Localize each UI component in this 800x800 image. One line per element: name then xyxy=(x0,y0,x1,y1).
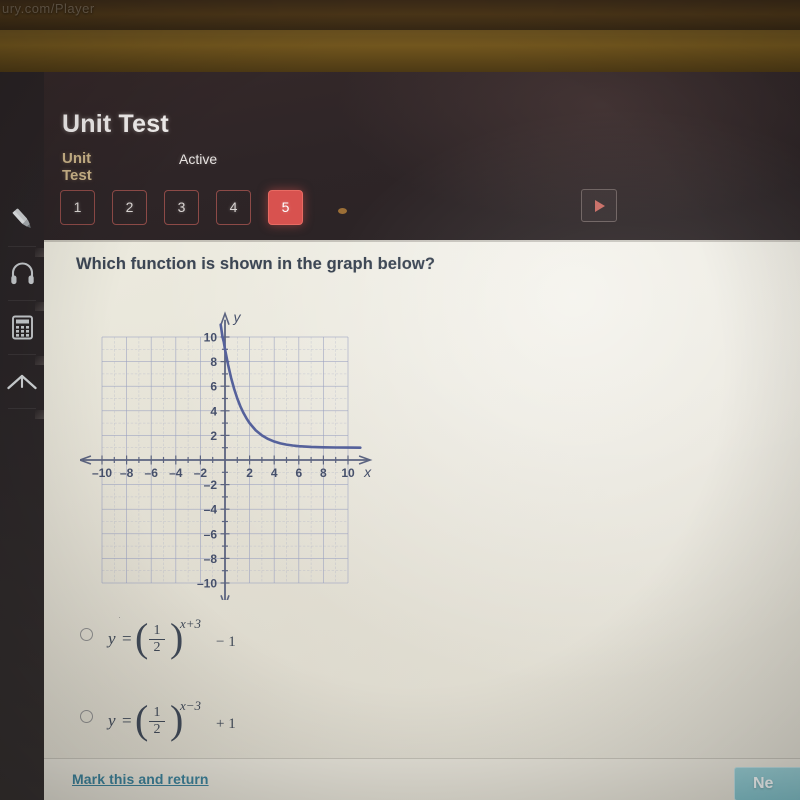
question-footer: Mark this and return Ne xyxy=(44,758,800,800)
equation-a-denominator: 2 xyxy=(153,640,161,656)
play-triangle-icon xyxy=(595,200,605,212)
pager-item-5[interactable]: 5 xyxy=(268,190,303,225)
mark-and-return-link[interactable]: Mark this and return xyxy=(72,771,209,787)
address-bar-text[interactable]: ury.com/Player xyxy=(2,1,95,16)
y-tick-label-2: 6 xyxy=(210,380,217,394)
status-badge: Active xyxy=(179,151,218,167)
equation-b-constant: + 1 xyxy=(216,716,236,732)
graph-tick-labels: –10 –8 –6 –4 –2 2 4 6 8 10108642–2–4–6–8–10xy xyxy=(92,309,372,590)
y-tick-label-9: –10 xyxy=(197,577,217,591)
highlighter-icon xyxy=(12,208,31,228)
headphones-icon xyxy=(11,262,34,285)
y-tick-label-1: 8 xyxy=(210,355,217,369)
question-panel: Which function is shown in the graph bel… xyxy=(44,240,800,800)
x-tick-label-9: 10 xyxy=(341,466,355,480)
sidebar-item-collapse[interactable] xyxy=(0,354,44,408)
dust-speck-a: · xyxy=(118,612,121,622)
sidebar-item-read-aloud[interactable] xyxy=(0,246,44,300)
equation-b-numerator: 1 xyxy=(153,705,161,720)
equation-a-constant: − 1 xyxy=(216,634,236,650)
pager-item-4[interactable]: 4 xyxy=(216,190,251,225)
x-tick-label-8: 8 xyxy=(320,466,327,480)
sidebar-item-calculator[interactable] xyxy=(0,300,44,354)
next-button[interactable]: Ne xyxy=(734,767,800,800)
equation-a-equals: = xyxy=(122,629,132,648)
x-tick-label-6: 4 xyxy=(271,466,278,480)
pager-item-2[interactable]: 2 xyxy=(112,190,147,225)
calculator-icon xyxy=(12,315,33,340)
y-tick-label-0: 10 xyxy=(204,331,218,345)
header-sheen xyxy=(300,72,800,240)
y-tick-label-6: –4 xyxy=(204,503,218,517)
radio-button-b[interactable] xyxy=(80,710,93,723)
equation-a-exponent: x+3 xyxy=(180,616,202,631)
equation-a-variable: y xyxy=(108,629,116,648)
x-axis-label: x xyxy=(363,464,372,480)
pager-item-1[interactable]: 1 xyxy=(60,190,95,225)
next-button-label: Ne xyxy=(753,775,774,792)
equation-b-variable: y xyxy=(108,711,116,730)
graph-svg: –10 –8 –6 –4 –2 2 4 6 8 10108642–2–4–6–8–10xy xyxy=(80,309,373,600)
x-tick-label-0: –10 xyxy=(92,466,112,480)
equation-a-fraction: 1 2 xyxy=(147,624,167,655)
next-question-play-button[interactable] xyxy=(581,189,617,222)
graph-axes xyxy=(80,311,373,600)
rail-corner-gloss-4 xyxy=(35,410,44,419)
screenshot-root: ury.com/Player Unit Test Unit Test Activ… xyxy=(0,0,800,800)
y-tick-label-7: –6 xyxy=(204,527,218,541)
equation-b-equals: = xyxy=(122,711,132,730)
y-tick-label-3: 4 xyxy=(210,404,217,418)
y-tick-label-5: –2 xyxy=(204,478,218,492)
pager-item-3[interactable]: 3 xyxy=(164,190,199,225)
radio-button-a[interactable] xyxy=(80,628,93,641)
page-title: Unit Test xyxy=(62,110,169,138)
x-tick-label-7: 6 xyxy=(295,466,302,480)
breadcrumb-course[interactable]: Unit Test xyxy=(62,150,92,184)
lens-dust-speck xyxy=(338,208,347,214)
equation-b-denominator: 2 xyxy=(153,722,161,738)
question-pager: 1 2 3 4 5 xyxy=(60,190,320,228)
panel-top-border xyxy=(44,240,800,242)
chevron-up-icon xyxy=(7,374,37,390)
question-prompt: Which function is shown in the graph bel… xyxy=(76,255,436,273)
y-tick-label-8: –8 xyxy=(204,552,218,566)
y-axis-label: y xyxy=(233,309,242,325)
x-tick-label-5: 2 xyxy=(246,466,253,480)
tool-rail xyxy=(0,72,44,800)
equation-a-numerator: 1 xyxy=(153,623,161,638)
y-tick-label-4: 2 xyxy=(210,429,217,443)
sidebar-item-highlighter[interactable] xyxy=(0,192,44,246)
x-tick-label-1: –8 xyxy=(120,466,134,480)
equation-b-fraction: 1 2 xyxy=(147,706,167,737)
screen-glare-band xyxy=(0,30,800,74)
x-tick-label-2: –6 xyxy=(145,466,159,480)
equation-b-exponent: x−3 xyxy=(180,698,202,713)
function-graph: –10 –8 –6 –4 –2 2 4 6 8 10 10 8 6 4 2 –2 –4 –6 –8 –10 x y xyxy=(80,290,420,600)
x-tick-label-3: –4 xyxy=(169,466,183,480)
rail-divider-4 xyxy=(8,408,36,409)
